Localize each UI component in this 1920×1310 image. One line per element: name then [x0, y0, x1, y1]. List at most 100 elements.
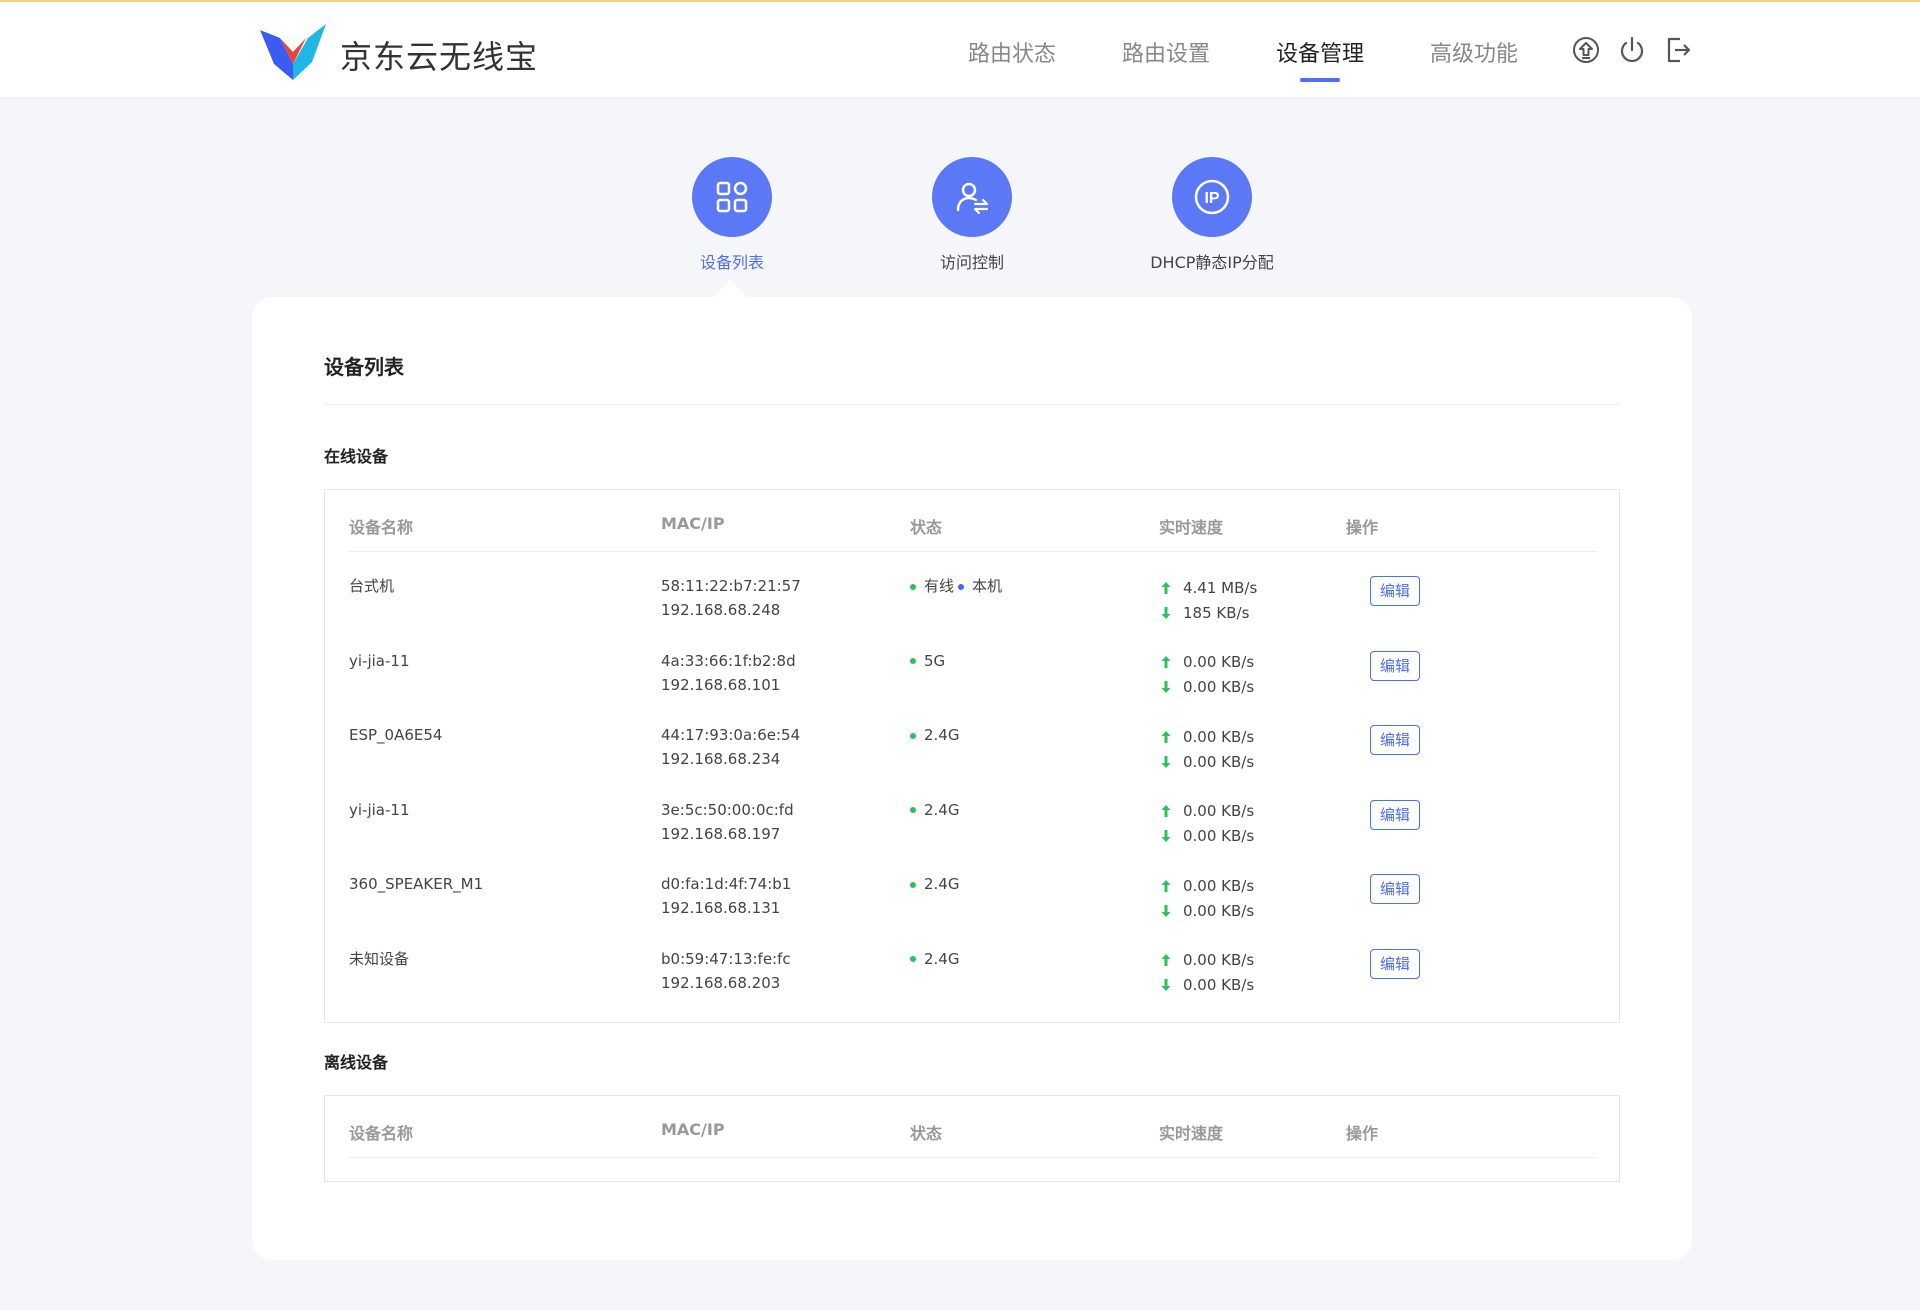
status-label: 2.4G [924, 949, 960, 968]
col-status: 状态 [910, 1124, 943, 1143]
col-mac-ip: MAC/IP [661, 514, 725, 533]
upgrade-icon[interactable] [1570, 34, 1602, 66]
download-arrow-icon [1161, 979, 1171, 991]
table-header: 设备名称 MAC/IP 状态 实时速度 操作 [349, 490, 1597, 552]
subnav-label: 访问控制 [939, 253, 1004, 272]
table-row: yi-jia-11 4a:33:66:1f:b2:8d 192.168.68.101… [349, 649, 1597, 723]
status-label: 有线 [924, 577, 955, 595]
device-name: yi-jia-11 [349, 800, 410, 819]
online-section-title: 在线设备 [324, 447, 389, 466]
nav-router-settings[interactable]: 路由设置 [1122, 36, 1210, 68]
col-mac-ip: MAC/IP [661, 1120, 725, 1139]
download-speed: 185 KB/s [1183, 603, 1250, 622]
device-ip: 192.168.68.101 [661, 675, 781, 694]
device-mac: 3e:5c:50:00:0c:fd [661, 800, 794, 819]
status-dot [910, 658, 916, 664]
device-speed: 0.00 KB/s 0.00 KB/s [1159, 799, 1254, 849]
device-status: 2.4G [910, 872, 959, 896]
device-speed: 0.00 KB/s 0.00 KB/s [1159, 873, 1254, 923]
edit-button[interactable]: 编辑 [1370, 576, 1420, 606]
download-speed: 0.00 KB/s [1183, 976, 1255, 994]
download-speed: 0.00 KB/s [1183, 678, 1255, 696]
device-ip: 192.168.68.234 [661, 750, 781, 768]
device-mac: d0:fa:1d:4f:74:b1 [661, 875, 792, 893]
top-header: 京东云无线宝 路由状态 路由设置 设备管理 高级功能 [0, 0, 1920, 97]
device-status: 2.4G [910, 798, 959, 822]
logo [260, 24, 326, 80]
device-name: 未知设备 [349, 949, 410, 968]
device-name: 360_SPEAKER_M1 [349, 875, 484, 893]
edit-button[interactable]: 编辑 [1370, 874, 1420, 904]
device-name: yi-jia-11 [349, 651, 410, 670]
device-status: 有线 本机 [910, 574, 1002, 598]
nav-router-status[interactable]: 路由状态 [968, 36, 1056, 68]
status-label-secondary: 本机 [972, 577, 1003, 595]
upload-arrow-icon [1161, 656, 1171, 668]
device-ip: 192.168.68.197 [661, 824, 781, 843]
status-dot [910, 807, 916, 813]
status-label: 2.4G [924, 726, 960, 744]
device-speed: 4.41 MB/s 185 KB/s [1159, 575, 1257, 625]
device-status: 5G [910, 649, 945, 673]
col-status: 状态 [910, 518, 943, 537]
edit-button[interactable]: 编辑 [1370, 650, 1420, 681]
grid-icon [692, 157, 772, 237]
device-ip: 192.168.68.131 [661, 899, 781, 917]
local-dot [958, 583, 965, 590]
device-mac-ip: 3e:5c:50:00:0c:fd 192.168.68.197 [661, 798, 794, 846]
status-label: 2.4G [924, 800, 960, 819]
upload-speed: 0.00 KB/s [1183, 727, 1255, 746]
upload-speed: 0.00 KB/s [1183, 951, 1255, 969]
status-dot [910, 956, 916, 962]
device-status: 2.4G [910, 723, 959, 747]
table-row: yi-jia-11 3e:5c:50:00:0c:fd 192.168.68.197… [349, 798, 1597, 872]
col-device-name: 设备名称 [349, 1124, 414, 1143]
device-speed: 0.00 KB/s 0.00 KB/s [1159, 724, 1254, 774]
device-mac: 44:17:93:0a:6e:54 [661, 726, 801, 744]
table-row: 未知设备 b0:59:47:13:fe:fc 192.168.68.203 2.4G 0… [349, 947, 1597, 1021]
online-devices-table: 设备名称 MAC/IP 状态 实时速度 操作 台式机 58:11:22:b7:21… [324, 489, 1620, 1023]
device-mac-ip: 44:17:93:0a:6e:54 192.168.68.234 [661, 723, 800, 771]
upload-arrow-icon [1161, 954, 1171, 966]
download-arrow-icon [1161, 904, 1171, 917]
power-icon[interactable] [1616, 34, 1648, 66]
status-label: 5G [924, 651, 946, 670]
subnav-label: DHCP静态IP分配 [1150, 253, 1274, 272]
device-mac-ip: d0:fa:1d:4f:74:b1 192.168.68.131 [661, 872, 791, 920]
status-dot [910, 732, 916, 739]
col-action: 操作 [1346, 1124, 1379, 1143]
logout-icon[interactable] [1662, 34, 1694, 66]
edit-button[interactable]: 编辑 [1370, 799, 1420, 830]
subnav-dhcp-static-ip[interactable]: IP DHCP静态IP分配 [1092, 157, 1332, 273]
col-speed: 实时速度 [1159, 518, 1224, 537]
edit-button[interactable]: 编辑 [1370, 948, 1420, 979]
device-name: ESP_0A6E54 [349, 726, 443, 744]
upload-arrow-icon [1161, 581, 1171, 594]
nav-advanced[interactable]: 高级功能 [1430, 36, 1518, 68]
upload-speed: 0.00 KB/s [1183, 876, 1255, 895]
header-actions [1570, 34, 1708, 66]
table-row: 360_SPEAKER_M1 d0:fa:1d:4f:74:b1 192.168.6… [349, 872, 1597, 946]
device-mac-ip: 4a:33:66:1f:b2:8d 192.168.68.101 [661, 649, 796, 697]
subnav-device-list[interactable]: 设备列表 [612, 157, 852, 273]
device-mac: 4a:33:66:1f:b2:8d [661, 651, 796, 670]
download-speed: 0.00 KB/s [1183, 752, 1255, 771]
offline-section-title: 离线设备 [324, 1053, 389, 1072]
device-mac: 58:11:22:b7:21:57 [661, 577, 801, 595]
table-header: 设备名称 MAC/IP 状态 实时速度 操作 [349, 1096, 1597, 1158]
edit-button[interactable]: 编辑 [1370, 725, 1420, 755]
device-mac: b0:59:47:13:fe:fc [661, 949, 791, 968]
brand-name: 京东云无线宝 [340, 38, 539, 76]
panel-title: 设备列表 [324, 355, 404, 379]
download-speed: 0.00 KB/s [1183, 901, 1255, 920]
status-dot [910, 881, 916, 888]
subnav-access-control[interactable]: 访问控制 [852, 157, 1092, 273]
device-subnav: 设备列表 访问控制 IP DHCP静态IP分配 [0, 157, 1920, 277]
download-arrow-icon [1161, 681, 1171, 693]
nav-device-management[interactable]: 设备管理 [1276, 36, 1364, 82]
status-dot [910, 583, 916, 590]
device-speed: 0.00 KB/s 0.00 KB/s [1159, 948, 1254, 998]
upload-arrow-icon [1161, 805, 1171, 817]
device-ip: 192.168.68.248 [661, 601, 781, 619]
upload-speed: 4.41 MB/s [1183, 578, 1258, 597]
